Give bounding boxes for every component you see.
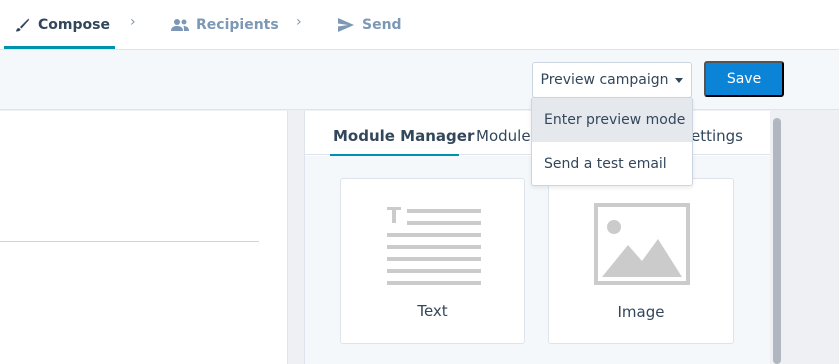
people-icon xyxy=(170,15,190,35)
module-card-text-label: Text xyxy=(417,302,448,320)
active-step-indicator xyxy=(4,46,115,49)
preview-campaign-label: Preview campaign xyxy=(540,72,669,88)
module-card-image[interactable]: Image xyxy=(548,178,734,344)
tab-settings[interactable]: ettings xyxy=(691,127,743,145)
preview-campaign-button[interactable]: Preview campaign xyxy=(532,62,692,98)
step-compose[interactable]: Compose xyxy=(12,0,110,50)
text-module-icon xyxy=(387,207,481,285)
step-recipients[interactable]: Recipients xyxy=(170,0,279,50)
step-send-label: Send xyxy=(362,17,402,33)
editor-toolbar: Preview campaign Save xyxy=(0,50,839,110)
tab-module[interactable]: Module xyxy=(476,127,531,145)
menu-item-send-test-email[interactable]: Send a test email xyxy=(532,142,692,185)
caret-down-icon xyxy=(675,77,684,83)
step-separator-chevron-icon: › xyxy=(296,14,302,30)
preview-dropdown-menu: Enter preview mode Send a test email xyxy=(531,97,693,186)
menu-item-enter-preview-mode[interactable]: Enter preview mode xyxy=(532,98,692,142)
sidebar-scrollbar-thumb[interactable] xyxy=(773,118,781,364)
tab-module-manager[interactable]: Module Manager xyxy=(333,127,474,145)
step-send[interactable]: Send xyxy=(336,0,402,50)
step-compose-label: Compose xyxy=(38,17,110,33)
email-editor-canvas[interactable] xyxy=(0,111,288,364)
step-recipients-label: Recipients xyxy=(196,17,279,33)
step-navigation: Compose › Recipients › Send xyxy=(0,0,839,50)
send-icon xyxy=(336,15,356,35)
module-card-text[interactable]: Text xyxy=(340,178,525,344)
brush-icon xyxy=(12,15,32,35)
save-button[interactable]: Save xyxy=(704,61,784,97)
divider xyxy=(0,241,259,242)
module-card-image-label: Image xyxy=(617,303,665,321)
step-separator-chevron-icon: › xyxy=(130,14,136,30)
module-list: Text Image xyxy=(305,156,771,364)
image-module-icon xyxy=(594,203,690,285)
